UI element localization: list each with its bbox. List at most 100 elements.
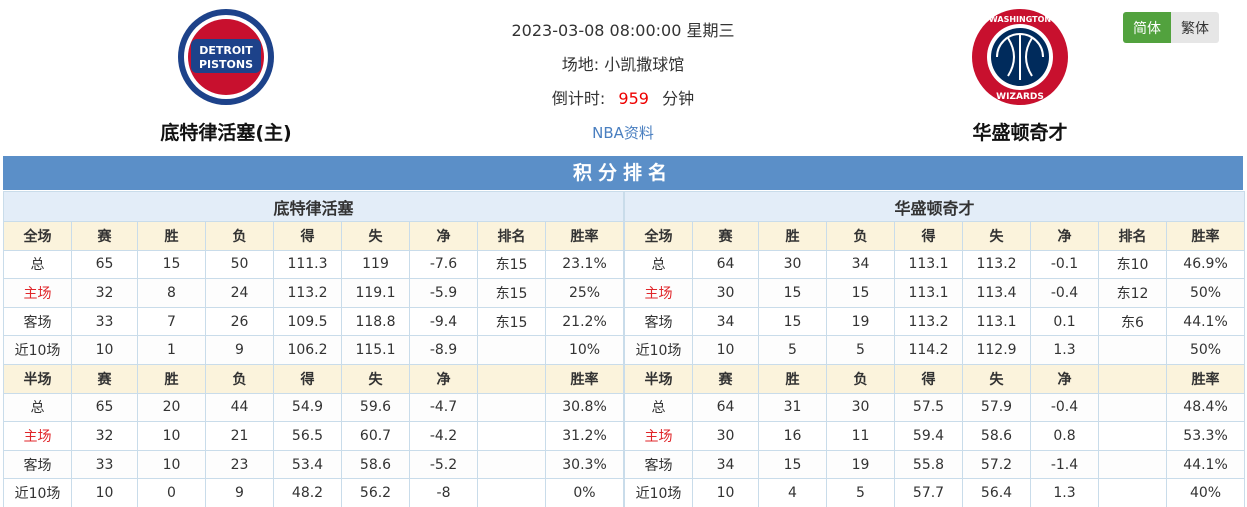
- table-cell: 111.3: [273, 249, 342, 280]
- table-cell: [1098, 421, 1168, 451]
- simplified-chinese-button[interactable]: 简体: [1123, 12, 1171, 43]
- table-row: 近10场 10 4 5 57.7 56.4 1.3 40%: [624, 478, 1246, 507]
- column-header: 赛: [71, 221, 138, 251]
- countdown-value: 959: [618, 89, 649, 108]
- column-header-row: 半场赛胜负得失净 胜率: [624, 363, 1246, 394]
- table-cell: 0.8: [1030, 421, 1100, 451]
- table-cell: 53.3%: [1166, 421, 1246, 451]
- table-cell: 58.6: [341, 449, 410, 480]
- column-header: 得: [894, 221, 964, 251]
- table-cell: 30: [758, 249, 828, 280]
- column-header-row: 全场赛胜负得失净排名 胜率: [624, 221, 1246, 251]
- table-row: 主场 32 8 24 113.2 119.1 -5.9 东15 25%: [3, 278, 625, 308]
- table-row: 客场 33 10 23 53.4 58.6 -5.2 30.3%: [3, 449, 625, 480]
- away-team-name[interactable]: 华盛顿奇才: [920, 118, 1120, 145]
- table-cell: [477, 478, 546, 507]
- table-cell: 113.4: [962, 278, 1032, 308]
- table-cell: 客场: [624, 306, 694, 337]
- table-cell: 40%: [1166, 478, 1246, 507]
- table-cell: 113.1: [894, 278, 964, 308]
- table-cell: 32: [71, 278, 138, 308]
- table-row: 主场 30 16 11 59.4 58.6 0.8 53.3%: [624, 421, 1246, 451]
- table-row: 近10场 10 1 9 106.2 115.1 -8.9 10%: [3, 335, 625, 365]
- column-header: 胜率: [544, 363, 625, 394]
- table-cell: 近10场: [3, 335, 72, 365]
- nba-info-link[interactable]: NBA资料: [592, 124, 654, 142]
- table-cell: 50%: [1166, 278, 1246, 308]
- match-datetime: 2023-03-08 08:00:00 星期三: [511, 21, 735, 40]
- table-cell: 56.2: [341, 478, 410, 507]
- column-header: 失: [962, 221, 1032, 251]
- table-cell: -1.4: [1030, 449, 1100, 480]
- table-cell: 53.4: [273, 449, 342, 480]
- column-header: 胜: [758, 221, 828, 251]
- table-cell: 57.2: [962, 449, 1032, 480]
- table-cell: -5.9: [409, 278, 478, 308]
- table-row: 主场 30 15 15 113.1 113.4 -0.4 东12 50%: [624, 278, 1246, 308]
- table-cell: 119: [341, 249, 410, 280]
- column-header: 半场: [3, 363, 72, 394]
- table-cell: 客场: [3, 449, 72, 480]
- standings-title: 积分排名: [3, 156, 1243, 190]
- table-cell: 34: [826, 249, 896, 280]
- table-cell: 113.1: [894, 249, 964, 280]
- column-header: 胜率: [1166, 221, 1246, 251]
- column-header: 失: [341, 363, 410, 394]
- table-cell: 115.1: [341, 335, 410, 365]
- table-row: 总 64 30 34 113.1 113.2 -0.1 东10 46.9%: [624, 249, 1246, 280]
- table-cell: 总: [624, 249, 694, 280]
- table-cell: 总: [3, 249, 72, 280]
- column-header: 失: [341, 221, 410, 251]
- table-cell: 65: [71, 249, 138, 280]
- home-team-name[interactable]: 底特律活塞(主): [126, 118, 326, 145]
- column-header: 胜: [758, 363, 828, 394]
- column-header: 净: [409, 363, 478, 394]
- table-cell: 30.3%: [544, 449, 625, 480]
- column-header: 胜: [137, 363, 206, 394]
- table-cell: 50%: [1166, 335, 1246, 365]
- column-header: 负: [205, 221, 274, 251]
- table-cell: 15: [137, 249, 206, 280]
- standings-tables: 底特律活塞 全场赛胜负得失净排名 胜率总 65 15 50 111.3 119 -7.6 东15 2…: [2, 191, 1246, 507]
- table-cell: 1.3: [1030, 335, 1100, 365]
- table-cell: 10: [71, 335, 138, 365]
- table-cell: -0.4: [1030, 278, 1100, 308]
- table-cell: 客场: [3, 306, 72, 337]
- table-cell: [1098, 449, 1168, 480]
- table-cell: 0.1: [1030, 306, 1100, 337]
- table-team-name: 华盛顿奇才: [624, 191, 1246, 222]
- table-row: 近10场 10 0 9 48.2 56.2 -8 0%: [3, 478, 625, 507]
- column-header: 得: [273, 363, 342, 394]
- countdown-unit: 分钟: [662, 89, 695, 108]
- column-header: 排名: [1098, 221, 1168, 251]
- table-cell: 113.1: [962, 306, 1032, 337]
- table-cell: 119.1: [341, 278, 410, 308]
- table-cell: 48.2: [273, 478, 342, 507]
- table-cell: 1.3: [1030, 478, 1100, 507]
- home-team: DETROIT PISTONS 底特律活塞(主): [126, 8, 326, 145]
- table-cell: 57.7: [894, 478, 964, 507]
- table-cell: -0.1: [1030, 249, 1100, 280]
- table-cell: 114.2: [894, 335, 964, 365]
- table-row: 近10场 10 5 5 114.2 112.9 1.3 50%: [624, 335, 1246, 365]
- table-cell: 10: [137, 421, 206, 451]
- column-header: 净: [1030, 221, 1100, 251]
- language-switch: 简体 繁体: [1123, 12, 1219, 43]
- table-cell: 15: [758, 449, 828, 480]
- table-cell: -0.4: [1030, 392, 1100, 423]
- table-cell: 59.6: [341, 392, 410, 423]
- table-cell: 30.8%: [544, 392, 625, 423]
- table-cell: 10: [692, 478, 760, 507]
- column-header: 赛: [692, 363, 760, 394]
- table-cell: 东15: [477, 249, 546, 280]
- table-cell: 118.8: [341, 306, 410, 337]
- column-header: 全场: [3, 221, 72, 251]
- column-header: 赛: [692, 221, 760, 251]
- column-header-row: 半场赛胜负得失净 胜率: [3, 363, 625, 394]
- table-cell: 31: [758, 392, 828, 423]
- table-cell: 26: [205, 306, 274, 337]
- table-cell: 50: [205, 249, 274, 280]
- table-cell: 109.5: [273, 306, 342, 337]
- table-cell: [477, 449, 546, 480]
- traditional-chinese-button[interactable]: 繁体: [1171, 12, 1219, 43]
